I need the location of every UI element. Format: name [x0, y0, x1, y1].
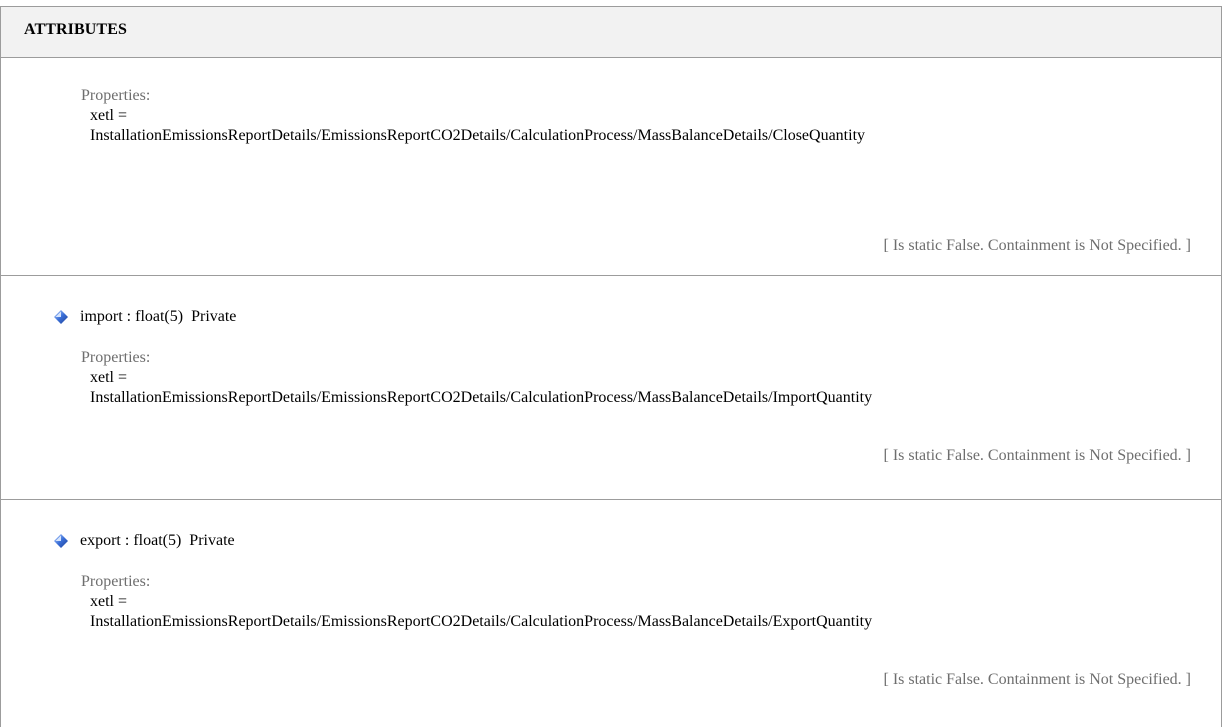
attribute-properties: Properties: xetl = InstallationEmissions…	[81, 572, 1191, 632]
properties-label: Properties:	[81, 573, 151, 590]
attributes-panel: ATTRIBUTES Properties: xetl = Installati…	[0, 6, 1222, 727]
attribute-diamond-icon	[54, 534, 68, 548]
attribute-block: import : float(5) Private Properties: xe…	[1, 276, 1221, 500]
xetl-value: InstallationEmissionsReportDetails/Emiss…	[90, 127, 866, 144]
section-header: ATTRIBUTES	[1, 7, 1221, 58]
xetl-property: xetl = InstallationEmissionsReportDetail…	[90, 592, 1191, 632]
attribute-name: import : float(5) Private	[80, 308, 237, 325]
properties-label: Properties:	[81, 87, 151, 104]
section-title: ATTRIBUTES	[24, 21, 127, 38]
attribute-signature: import : float(5) Private	[54, 308, 236, 326]
attribute-properties: Properties: xetl = InstallationEmissions…	[81, 348, 1191, 408]
xetl-value: InstallationEmissionsReportDetails/Emiss…	[90, 613, 873, 630]
xetl-value: InstallationEmissionsReportDetails/Emiss…	[90, 389, 873, 406]
attribute-block: Properties: xetl = InstallationEmissions…	[1, 58, 1221, 276]
attribute-name: export : float(5) Private	[80, 532, 235, 549]
attribute-properties: Properties: xetl = InstallationEmissions…	[81, 86, 1191, 146]
attribute-diamond-icon	[54, 310, 68, 324]
xetl-label: xetl =	[90, 593, 128, 610]
xetl-label: xetl =	[90, 369, 128, 386]
xetl-label: xetl =	[90, 107, 128, 124]
static-containment-note: [ Is static False. Containment is Not Sp…	[883, 237, 1192, 254]
xetl-property: xetl = InstallationEmissionsReportDetail…	[90, 106, 1191, 146]
properties-label: Properties:	[81, 349, 151, 366]
xetl-property: xetl = InstallationEmissionsReportDetail…	[90, 368, 1191, 408]
attribute-signature: export : float(5) Private	[54, 532, 235, 550]
static-containment-note: [ Is static False. Containment is Not Sp…	[883, 447, 1192, 464]
static-containment-note: [ Is static False. Containment is Not Sp…	[883, 671, 1192, 688]
attribute-block: export : float(5) Private Properties: xe…	[1, 500, 1221, 728]
